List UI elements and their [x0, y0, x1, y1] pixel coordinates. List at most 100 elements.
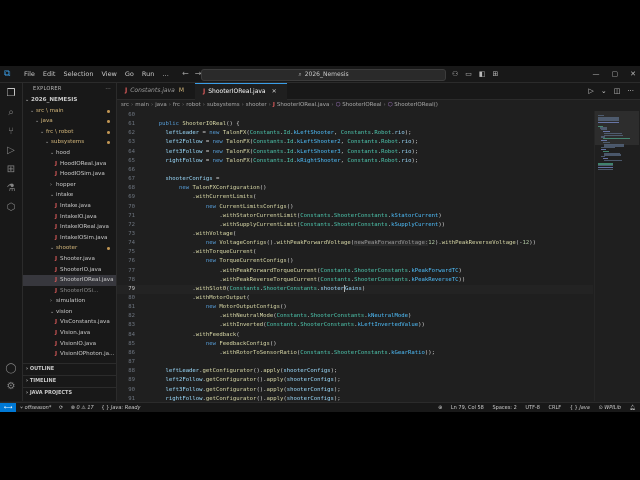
- back-arrow-icon[interactable]: ←: [182, 69, 189, 78]
- code-line[interactable]: 72 .withSupplyCurrentLimit(Constants.Sho…: [117, 221, 593, 230]
- code-line[interactable]: 69 .withCurrentLimits(: [117, 193, 593, 202]
- breadcrumb-item[interactable]: shooter: [246, 102, 267, 108]
- code-line[interactable]: 81 new MotorOutputConfigs(): [117, 303, 593, 312]
- run-dropdown-chevron-icon[interactable]: ⌄: [601, 87, 607, 95]
- file-item[interactable]: J VisConstants.java: [23, 317, 116, 328]
- run-debug-icon[interactable]: ▷: [5, 145, 17, 157]
- customize-layout-icon[interactable]: ⊞: [493, 70, 499, 78]
- file-item[interactable]: J ShooterIOSi...: [23, 286, 116, 297]
- folder-item[interactable]: ⌄ hood: [23, 148, 116, 159]
- menu-item[interactable]: View: [97, 66, 120, 82]
- file-item[interactable]: J VisionIOPhoton.ja...: [23, 349, 116, 360]
- code-line[interactable]: 67 shooterConfigs =: [117, 175, 593, 184]
- account-icon[interactable]: ◯: [5, 363, 17, 375]
- code-line[interactable]: 74 new VoltageConfigs().withPeakForwardV…: [117, 239, 593, 248]
- code-line[interactable]: 60: [117, 111, 593, 120]
- close-tab-icon[interactable]: ✕: [272, 88, 277, 95]
- code-line[interactable]: 87: [117, 358, 593, 367]
- maximize-icon[interactable]: ▢: [612, 70, 619, 78]
- testing-icon[interactable]: ⚗: [5, 183, 17, 195]
- folder-item[interactable]: ⌄ vision: [23, 307, 116, 318]
- code-line[interactable]: 73 .withVoltage(: [117, 230, 593, 239]
- code-line[interactable]: 82 .withNeutralMode(Constants.ShooterCon…: [117, 312, 593, 321]
- code-editor[interactable]: 60 61 public ShooterIOReal() {62 leftLead…: [117, 111, 593, 401]
- breadcrumb-item[interactable]: ShooterIOReal.java: [277, 102, 330, 108]
- file-item[interactable]: J IntakeIO.java: [23, 212, 116, 223]
- code-line[interactable]: 91 rightFollow.getConfigurator().apply(s…: [117, 395, 593, 401]
- code-line[interactable]: 90 left3Follow.getConfigurator().apply(s…: [117, 386, 593, 395]
- cursor-position[interactable]: Ln 79, Col 58: [451, 405, 484, 411]
- code-line[interactable]: 86 .withRotorToSensorRatio(Constants.Sho…: [117, 349, 593, 358]
- layout-panel-icon[interactable]: ▭: [465, 70, 472, 78]
- menu-item[interactable]: …: [158, 66, 173, 82]
- file-item[interactable]: J IntakeIOReal.java: [23, 222, 116, 233]
- code-line[interactable]: 66: [117, 166, 593, 175]
- folder-item[interactable]: ⌄ intake: [23, 190, 116, 201]
- branch-status[interactable]: ⑂ offseason*: [20, 405, 51, 411]
- code-line[interactable]: 78 .withPeakReverseTorqueCurrent(Constan…: [117, 276, 593, 285]
- java-projects-section[interactable]: › JAVA PROJECTS: [23, 387, 116, 399]
- file-item[interactable]: J IntakeIOSim.java: [23, 233, 116, 244]
- menu-item[interactable]: File: [20, 66, 39, 82]
- code-line[interactable]: 79 .withSlot0(Constants.ShooterConstants…: [117, 284, 593, 294]
- copilot-icon[interactable]: ⚇: [452, 70, 458, 78]
- minimize-icon[interactable]: —: [593, 70, 600, 78]
- remote-indicator[interactable]: ⟷: [0, 403, 16, 412]
- zoom-icon[interactable]: ⊕: [438, 405, 442, 411]
- outline-section[interactable]: › OUTLINE: [23, 363, 116, 375]
- manage-gear-icon[interactable]: ⚙: [5, 381, 17, 393]
- code-line[interactable]: 75 .withTorqueCurrent(: [117, 248, 593, 257]
- code-line[interactable]: 64 left3Follow = new TalonFX(Constants.I…: [117, 148, 593, 157]
- code-line[interactable]: 68 new TalonFXConfiguration(): [117, 184, 593, 193]
- java-status[interactable]: { } Java: Ready: [101, 405, 140, 411]
- breadcrumb-item[interactable]: src: [121, 102, 129, 108]
- menu-item[interactable]: Go: [121, 66, 138, 82]
- menu-item[interactable]: Edit: [39, 66, 60, 82]
- breadcrumb-item[interactable]: subsystems: [207, 102, 240, 108]
- code-line[interactable]: 70 new CurrentLimitsConfigs(): [117, 203, 593, 212]
- folder-item[interactable]: ⌄ frc \ robot: [23, 127, 116, 138]
- folder-item[interactable]: ⌄ src \ main: [23, 106, 116, 117]
- code-line[interactable]: 63 left2Follow = new TalonFX(Constants.I…: [117, 138, 593, 147]
- extensions-icon[interactable]: ⊞: [5, 164, 17, 176]
- run-icon[interactable]: ▷: [588, 87, 593, 95]
- code-line[interactable]: 61 public ShooterIOReal() {: [117, 120, 593, 129]
- file-item[interactable]: J HoodIOReal.java: [23, 159, 116, 170]
- file-item[interactable]: J Shooter.java: [23, 254, 116, 265]
- code-line[interactable]: 77 .withPeakForwardTorqueCurrent(Constan…: [117, 267, 593, 276]
- code-line[interactable]: 89 left2Follow.getConfigurator().apply(s…: [117, 376, 593, 385]
- code-line[interactable]: 85 new FeedbackConfigs(): [117, 340, 593, 349]
- folder-item[interactable]: ⌄ shooter: [23, 243, 116, 254]
- split-editor-icon[interactable]: ◫: [614, 87, 621, 95]
- minimap[interactable]: [594, 111, 639, 401]
- code-line[interactable]: 62 leftLeader = new TalonFX(Constants.Id…: [117, 129, 593, 138]
- encoding[interactable]: UTF-8: [525, 405, 540, 411]
- folder-item[interactable]: › simulation: [23, 296, 116, 307]
- close-icon[interactable]: ✕: [630, 70, 636, 78]
- file-item[interactable]: J VisionIO.java: [23, 339, 116, 350]
- file-item[interactable]: J ShooterIO.java: [23, 265, 116, 276]
- layout-sidebar-icon[interactable]: ◧: [479, 70, 486, 78]
- menu-item[interactable]: Selection: [59, 66, 97, 82]
- code-line[interactable]: 88 leftLeader.getConfigurator().apply(sh…: [117, 367, 593, 376]
- remote-explorer-icon[interactable]: ⬡: [5, 202, 17, 214]
- breadcrumb-item[interactable]: frc: [173, 102, 180, 108]
- breadcrumb-item[interactable]: robot: [186, 102, 201, 108]
- code-line[interactable]: 71 .withStatorCurrentLimit(Constants.Sho…: [117, 212, 593, 221]
- more-actions-icon[interactable]: ···: [105, 83, 111, 95]
- timeline-section[interactable]: › TIMELINE: [23, 375, 116, 387]
- file-item[interactable]: J ShooterIOReal.java: [23, 275, 116, 286]
- folder-item[interactable]: ⌄ java: [23, 116, 116, 127]
- code-line[interactable]: 80 .withMotorOutput(: [117, 294, 593, 303]
- line-ending[interactable]: CRLF: [549, 405, 562, 411]
- workspace-root[interactable]: ⌄ 2026_NEMESIS: [23, 95, 116, 106]
- folder-item[interactable]: ⌄ subsystems: [23, 137, 116, 148]
- folder-item[interactable]: › hopper: [23, 180, 116, 191]
- wpilib-status[interactable]: ⊙ WPILib: [598, 405, 621, 411]
- breadcrumb-item[interactable]: java: [155, 102, 167, 108]
- file-item[interactable]: J Vision.java: [23, 328, 116, 339]
- code-line[interactable]: 84 .withFeedback(: [117, 331, 593, 340]
- language-mode[interactable]: { } Java: [570, 405, 590, 411]
- breadcrumb-item[interactable]: main: [135, 102, 149, 108]
- sync-icon[interactable]: ⟳: [59, 405, 63, 411]
